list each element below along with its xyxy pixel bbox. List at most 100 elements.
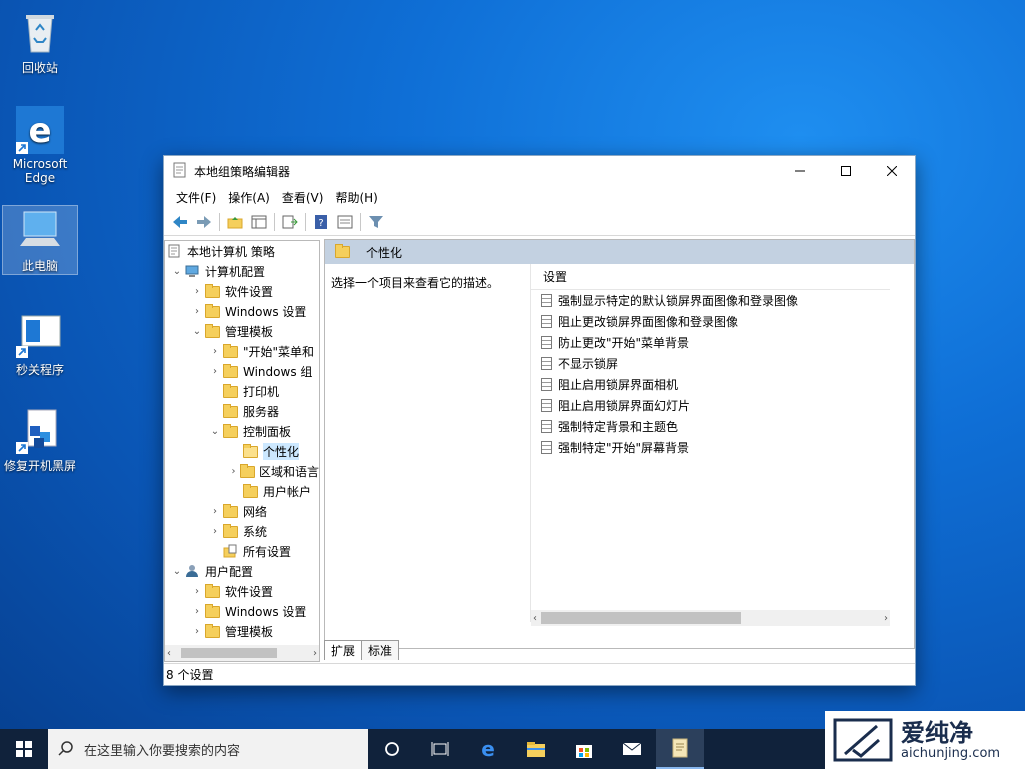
tree-item-user-software-settings[interactable]: › 软件设置 xyxy=(165,581,319,601)
properties-icon[interactable] xyxy=(335,212,355,232)
window-title: 本地组策略编辑器 xyxy=(194,164,291,179)
start-button[interactable] xyxy=(0,729,48,769)
tree-item-admin-templates[interactable]: ⌄ 管理模板 xyxy=(165,321,319,341)
scroll-left-icon[interactable]: ‹ xyxy=(533,613,537,624)
list-item[interactable]: 强制特定背景和主题色 xyxy=(531,416,890,437)
chevron-right-icon[interactable]: › xyxy=(227,466,240,477)
list-item[interactable]: 不显示锁屏 xyxy=(531,353,890,374)
scroll-thumb[interactable] xyxy=(181,648,277,658)
taskbar-edge[interactable]: e xyxy=(464,729,512,769)
tab-extended[interactable]: 扩展 xyxy=(324,640,363,660)
title-bar[interactable]: 本地组策略编辑器 xyxy=(164,156,915,186)
tree-item-windows-settings[interactable]: › Windows 设置 xyxy=(165,301,319,321)
tree-item-user-admin-templates[interactable]: › 管理模板 xyxy=(165,621,319,641)
folder-icon xyxy=(205,624,221,638)
svg-text:e: e xyxy=(481,739,495,759)
cortana-button[interactable] xyxy=(368,729,416,769)
taskbar-store[interactable] xyxy=(560,729,608,769)
tree-item-user-accounts[interactable]: 用户帐户 xyxy=(165,481,319,501)
tree-item-software-settings[interactable]: › 软件设置 xyxy=(165,281,319,301)
details-title: 个性化 xyxy=(366,245,403,260)
tab-standard[interactable]: 标准 xyxy=(361,640,400,660)
taskbar-group-policy-editor[interactable] xyxy=(656,729,704,769)
svg-text:?: ? xyxy=(318,218,323,229)
list-item[interactable]: 阻止启用锁屏界面相机 xyxy=(531,374,890,395)
tree-item-printers[interactable]: 打印机 xyxy=(165,381,319,401)
chevron-right-icon[interactable]: › xyxy=(189,606,205,617)
policy-setting-icon xyxy=(541,357,552,370)
chevron-right-icon[interactable]: › xyxy=(189,626,205,637)
details-pane: 个性化 选择一个项目来查看它的描述。 设置 强制显示特定的默认锁屏界面图像和登录… xyxy=(324,239,915,649)
folder-icon xyxy=(205,284,221,298)
tree-item-region-language[interactable]: › 区域和语言 xyxy=(165,461,319,481)
chevron-right-icon[interactable]: › xyxy=(189,306,205,317)
chevron-right-icon[interactable]: › xyxy=(207,526,223,537)
desktop-icon-shortcut[interactable]: 秒关程序 xyxy=(2,310,78,378)
show-hide-tree-icon[interactable] xyxy=(249,212,269,232)
help-icon[interactable]: ? xyxy=(311,212,331,232)
watermark-logo-icon xyxy=(833,718,893,762)
desktop-icon-recycle-bin[interactable]: 回收站 xyxy=(2,8,78,76)
chevron-right-icon[interactable]: › xyxy=(207,506,223,517)
desktop-icon-edge[interactable]: e Microsoft Edge xyxy=(2,106,78,185)
list-item[interactable]: 防止更改"开始"菜单背景 xyxy=(531,332,890,353)
chevron-right-icon[interactable]: › xyxy=(189,586,205,597)
tree-item-control-panel[interactable]: ⌄ 控制面板 xyxy=(165,421,319,441)
list-item[interactable]: 强制特定"开始"屏幕背景 xyxy=(531,437,890,458)
chevron-right-icon[interactable]: › xyxy=(189,286,205,297)
recycle-bin-icon xyxy=(16,8,64,56)
minimize-button[interactable] xyxy=(777,156,823,186)
list-item[interactable]: 阻止更改锁屏界面图像和登录图像 xyxy=(531,311,890,332)
export-list-icon[interactable] xyxy=(280,212,300,232)
tree-item-start-menu[interactable]: › "开始"菜单和 xyxy=(165,341,319,361)
taskbar-mail[interactable] xyxy=(608,729,656,769)
scroll-right-icon[interactable]: › xyxy=(313,648,317,659)
policy-tree[interactable]: 本地计算机 策略 ⌄ 计算机配置 › 软件设置 › Windows 设置 ⌄ 管… xyxy=(164,240,320,662)
scroll-left-icon[interactable]: ‹ xyxy=(167,648,171,659)
tree-item-local-policy[interactable]: 本地计算机 策略 xyxy=(165,241,319,261)
forward-arrow-icon[interactable] xyxy=(194,212,214,232)
chevron-down-icon[interactable]: ⌄ xyxy=(169,566,185,577)
menu-file[interactable]: 文件(F) xyxy=(170,189,222,206)
computer-icon xyxy=(16,206,64,254)
task-view-button[interactable] xyxy=(416,729,464,769)
chevron-down-icon[interactable]: ⌄ xyxy=(207,426,223,437)
settings-folder-icon xyxy=(223,544,239,558)
tree-item-windows-components[interactable]: › Windows 组 xyxy=(165,361,319,381)
tree-item-system[interactable]: › 系统 xyxy=(165,521,319,541)
filter-icon[interactable] xyxy=(366,212,386,232)
desktop-icon-repair[interactable]: 修复开机黑屏 xyxy=(2,406,78,474)
chevron-down-icon[interactable]: ⌄ xyxy=(189,326,205,337)
desktop-icon-this-pc[interactable]: 此电脑 xyxy=(2,205,78,275)
tree-item-server[interactable]: 服务器 xyxy=(165,401,319,421)
tree-item-user-windows-settings[interactable]: › Windows 设置 xyxy=(165,601,319,621)
back-arrow-icon[interactable] xyxy=(170,212,190,232)
scroll-thumb[interactable] xyxy=(541,612,741,624)
list-item[interactable]: 阻止启用锁屏界面幻灯片 xyxy=(531,395,890,416)
tree-item-all-settings[interactable]: 所有设置 xyxy=(165,541,319,561)
up-folder-icon[interactable] xyxy=(225,212,245,232)
chevron-down-icon[interactable]: ⌄ xyxy=(169,266,185,277)
column-header-setting[interactable]: 设置 xyxy=(531,264,890,290)
tree-item-personalization[interactable]: 个性化 xyxy=(165,441,319,461)
scroll-right-icon[interactable]: › xyxy=(884,613,888,624)
search-placeholder: 在这里输入你要搜索的内容 xyxy=(84,743,241,759)
maximize-button[interactable] xyxy=(823,156,869,186)
tree-horizontal-scrollbar[interactable]: ‹ › xyxy=(165,645,319,661)
tree-item-network[interactable]: › 网络 xyxy=(165,501,319,521)
settings-list[interactable]: 设置 强制显示特定的默认锁屏界面图像和登录图像 阻止更改锁屏界面图像和登录图像 … xyxy=(530,264,890,626)
menu-help[interactable]: 帮助(H) xyxy=(329,189,383,206)
tree-item-computer-config[interactable]: ⌄ 计算机配置 xyxy=(165,261,319,281)
close-button[interactable] xyxy=(869,156,915,186)
menu-view[interactable]: 查看(V) xyxy=(276,189,330,206)
menu-action[interactable]: 操作(A) xyxy=(222,189,276,206)
tree-item-user-config[interactable]: ⌄ 用户配置 xyxy=(165,561,319,581)
taskbar-file-explorer[interactable] xyxy=(512,729,560,769)
chevron-right-icon[interactable]: › xyxy=(207,346,223,357)
toolbar-divider xyxy=(360,212,361,231)
list-horizontal-scrollbar[interactable]: ‹ › xyxy=(531,610,890,626)
taskbar-search-box[interactable]: 在这里输入你要搜索的内容 xyxy=(48,729,368,769)
chevron-right-icon[interactable]: › xyxy=(207,366,223,377)
list-item[interactable]: 强制显示特定的默认锁屏界面图像和登录图像 xyxy=(531,290,890,311)
folder-icon xyxy=(205,604,221,618)
